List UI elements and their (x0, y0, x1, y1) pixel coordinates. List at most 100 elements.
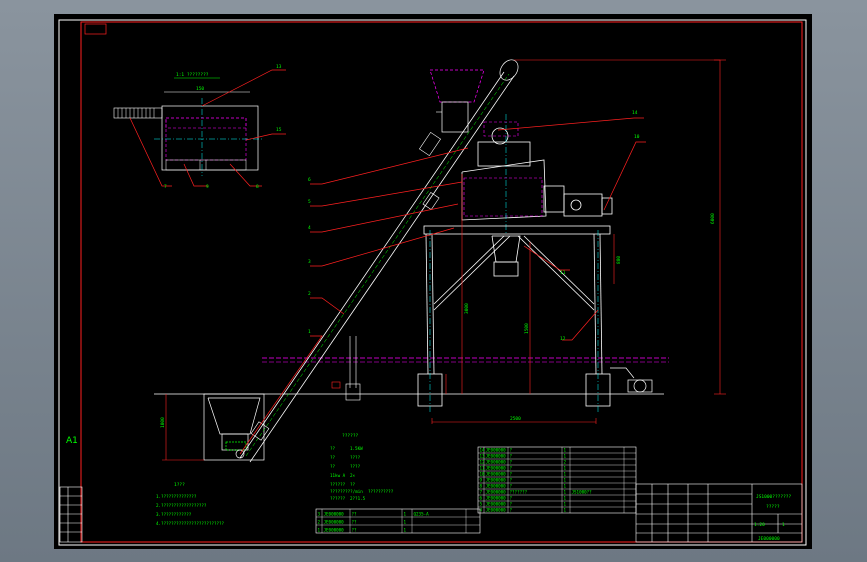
lower-parts-cell: 1 (404, 511, 407, 516)
svg-text:2.??????????????????: 2.?????????????????? (156, 503, 207, 508)
parts-list-cell: 1 (564, 453, 567, 458)
parts-list-cell: 1 (564, 465, 567, 470)
dim-column-height: 3000 (464, 303, 470, 314)
top-detail-dim: 150 (196, 86, 204, 92)
svg-text:????: ???? (350, 455, 361, 460)
lower-parts-cell: JE000000 (324, 519, 345, 524)
svg-text:??????: ?????? (330, 482, 346, 487)
callout-5: 5 (308, 199, 311, 205)
callout-1: 1 (308, 329, 311, 335)
parts-list-cell: 7 (480, 489, 483, 494)
parts-list-cell: JE000000 (486, 447, 507, 452)
parts-list-cell: 1 (564, 483, 567, 488)
parts-list-cell: 6 (480, 495, 483, 500)
loading-hopper (203, 393, 265, 461)
svg-text:11kw A: 11kw A (330, 473, 346, 478)
parts-list-cell: 11 (480, 465, 486, 470)
svg-text:2×: 2× (350, 473, 356, 478)
cad-viewport[interactable]: A1 1:1 ???????? 150 13 15 7 9 8 6000 250… (54, 14, 812, 549)
title-sub: ????? (766, 504, 780, 510)
callout-11: 11 (560, 270, 566, 276)
parts-list-cell: 5 (480, 501, 483, 506)
top-feed-hopper (429, 69, 485, 133)
corner-mark (84, 23, 107, 35)
lower-parts-list: 3 JE000000?? 1 Q235-A2 JE000000?? 11 JE000000?… (315, 508, 481, 534)
sheet-size-label: A1 (66, 436, 78, 446)
dim-span-bottom: 2500 (510, 416, 521, 422)
parts-list-cell: 1 (564, 477, 567, 482)
sheet-inner-border (80, 21, 803, 543)
svg-text:4.?????????????????????????: 4.????????????????????????? (156, 521, 225, 526)
parts-list-cell: 1 (564, 447, 567, 452)
parts-list-cell: JE000000 (486, 477, 507, 482)
parts-list-cell: JE000000 (486, 459, 507, 464)
parts-list-cell: 9 (480, 477, 483, 482)
dim-right-height: 880 (616, 256, 622, 264)
title-drawing-number: JE000000 (758, 536, 780, 542)
title-name: JS1000??????? (756, 494, 792, 500)
parts-list-cell: 14 (480, 447, 486, 452)
callout-12: 12 (560, 336, 566, 342)
parts-list-cell: 1 (564, 495, 567, 500)
svg-text:?????????/min: ?????????/min (330, 489, 363, 494)
mixer-body (461, 121, 613, 221)
parts-list-cell: ? (510, 465, 513, 470)
svg-text:??: ?? (330, 446, 336, 451)
notes-title: 1??? (174, 482, 185, 488)
lower-parts-cell: ?? (352, 519, 358, 524)
lower-parts-cell: 3 (318, 511, 321, 516)
callout-9: 9 (206, 184, 209, 190)
parts-list-cell: 1 (564, 489, 567, 494)
mixer-support-frame (417, 225, 611, 407)
top-detail-view: 1:1 ???????? 150 (113, 72, 262, 176)
callout-15: 15 (276, 127, 282, 133)
parts-list-cell: ? (510, 495, 513, 500)
parts-list-cell: ? (510, 447, 513, 452)
parts-list-cell: JE000000 (486, 495, 507, 500)
parts-list: 14 JE000000? 113 JE000000? 112 JE000000? 211 JE… (477, 446, 637, 514)
revision-strip (59, 486, 83, 543)
svg-text:??????????: ?????????? (368, 489, 394, 494)
technical-notes: 1??? 1.?????????????? 2.????????????????… (156, 482, 225, 526)
parts-list-cell: JE000000 (486, 489, 507, 494)
lower-parts-cell: 1 (404, 519, 407, 524)
title-sheet: 1 (782, 522, 785, 528)
top-detail-title: 1:1 ???????? (176, 72, 209, 78)
parts-list-cell: ? (510, 501, 513, 506)
parts-list-cell: 13 (480, 453, 486, 458)
parts-list-cell: ? (510, 453, 513, 458)
lower-parts-cell: ?? (352, 511, 358, 516)
main-callouts (239, 117, 646, 455)
svg-text:??: ?? (350, 482, 356, 487)
conveyor-support (331, 336, 361, 401)
lower-parts-cell: 1 (404, 527, 407, 532)
parts-list-cell: ? (510, 471, 513, 476)
parts-list-cell: ??????? (510, 489, 528, 494)
callout-2: 2 (308, 291, 311, 297)
svg-text:3.????????????: 3.???????????? (156, 512, 192, 517)
parts-list-cell: ? (510, 459, 513, 464)
parts-list-cell: 10 (480, 471, 486, 476)
callout-4: 4 (308, 225, 311, 231)
parts-list-cell: 8 (480, 483, 483, 488)
assembly-drawing: A1 1:1 ???????? 150 13 15 7 9 8 6000 250… (58, 19, 807, 546)
tech-title: ?????? (342, 433, 359, 439)
dim-leg-height: 1500 (524, 323, 530, 334)
lower-parts-cell: 1 (318, 527, 321, 532)
lower-parts-cell: JE000000 (324, 527, 345, 532)
svg-text:2??1.5: 2??1.5 (350, 496, 366, 501)
dim-pit-depth: 1000 (160, 417, 166, 428)
title-scale: 1:20 (754, 522, 765, 528)
callout-14: 14 (632, 110, 638, 116)
dimension-lines (162, 59, 726, 461)
svg-text:1.5KW: 1.5KW (350, 446, 363, 451)
svg-text:????: ???? (350, 464, 361, 469)
parts-list-cell: ? (510, 483, 513, 488)
water-pump (610, 367, 653, 393)
parts-list-cell: JE000000 (486, 507, 507, 512)
title-block (635, 483, 803, 543)
screw-conveyor (239, 59, 519, 463)
svg-text:??????: ?????? (330, 496, 346, 501)
lower-parts-cell: ?? (352, 527, 358, 532)
parts-list-cell: ? (510, 477, 513, 482)
